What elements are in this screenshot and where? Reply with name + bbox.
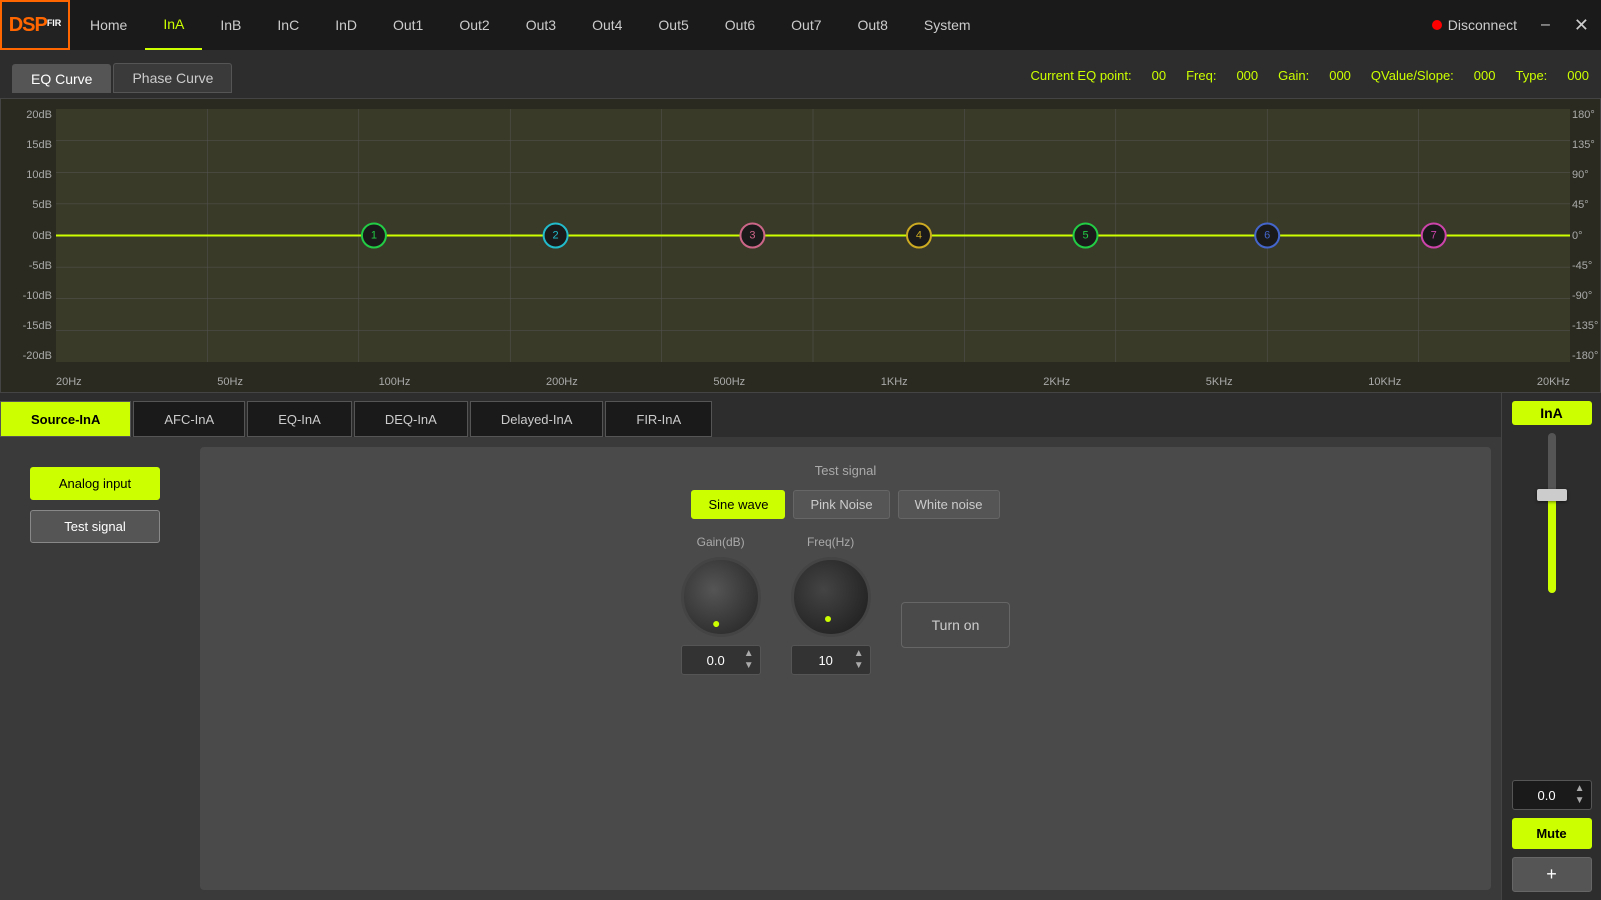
sub-tab-eq[interactable]: EQ-InA (247, 401, 352, 437)
gain-value: 0.0 (688, 653, 744, 668)
channel-label: InA (1512, 401, 1592, 425)
freq-knob[interactable] (791, 557, 871, 637)
nav-out4[interactable]: Out4 (574, 0, 640, 50)
gain-group: Gain(dB) 0.0 ▲ ▼ (681, 535, 761, 675)
bottom-section: Source-InA AFC-InA EQ-InA DEQ-InA Delaye… (0, 393, 1601, 900)
value-up-arrow[interactable]: ▲ (1575, 783, 1585, 795)
value-arrows[interactable]: ▲ ▼ (1575, 783, 1585, 807)
input-buttons: Analog input Test signal (10, 467, 190, 543)
eq-status-bar: Current EQ point: 00 Freq: 000 Gain: 000… (1030, 68, 1589, 89)
test-signal-button[interactable]: Test signal (30, 510, 160, 543)
eq-qvalue-value: 000 (1474, 68, 1496, 83)
freq-down-arrow[interactable]: ▼ (854, 660, 864, 672)
freq-label: Freq(Hz) (807, 535, 854, 549)
eq-type-label: Type: (1516, 68, 1548, 83)
nav-out5[interactable]: Out5 (640, 0, 706, 50)
fader-fill (1548, 497, 1556, 593)
gain-down-arrow[interactable]: ▼ (744, 660, 754, 672)
sub-tab-deq[interactable]: DEQ-InA (354, 401, 468, 437)
nav-inA[interactable]: InA (145, 0, 202, 50)
disconnect-button[interactable]: Disconnect (1420, 17, 1529, 33)
svg-text:2: 2 (553, 230, 559, 242)
freq-group: Freq(Hz) 10 ▲ ▼ (791, 535, 871, 675)
center-panel: Test signal Sine wave Pink Noise White n… (200, 447, 1491, 890)
sub-tab-afc[interactable]: AFC-InA (133, 401, 245, 437)
x-labels: 20Hz50Hz100Hz200Hz500Hz 1KHz2KHz5KHz10KH… (56, 376, 1570, 388)
chart-svg: 1 2 3 4 5 6 7 (56, 109, 1570, 362)
y-labels-right: 180°135°90°45° 0°-45°-90°-135°-180° (1570, 109, 1600, 362)
sub-tab-fir[interactable]: FIR-InA (605, 401, 712, 437)
freq-value-box: 10 ▲ ▼ (791, 645, 871, 675)
tab-phase-curve[interactable]: Phase Curve (113, 63, 232, 93)
white-noise-button[interactable]: White noise (898, 490, 1000, 519)
gain-knob[interactable] (681, 557, 761, 637)
sub-tab-delayed[interactable]: Delayed-InA (470, 401, 604, 437)
main-panel: Source-InA AFC-InA EQ-InA DEQ-InA Delaye… (0, 393, 1501, 900)
eq-chart-inner[interactable]: 1 2 3 4 5 6 7 (56, 109, 1570, 362)
gain-value-box: 0.0 ▲ ▼ (681, 645, 761, 675)
content-area: Analog input Test signal Test signal Sin… (0, 437, 1501, 900)
eq-chart[interactable]: 20dB15dB10dB5dB 0dB-5dB-10dB-15dB-20dB 1… (0, 98, 1601, 393)
nav-inB[interactable]: InB (202, 0, 259, 50)
nav-out3[interactable]: Out3 (508, 0, 574, 50)
eq-point-value: 00 (1152, 68, 1166, 83)
gain-up-arrow[interactable]: ▲ (744, 648, 754, 660)
tab-area: EQ Curve Phase Curve Current EQ point: 0… (0, 50, 1601, 98)
close-button[interactable]: ✕ (1562, 15, 1601, 36)
eq-type-value: 000 (1567, 68, 1589, 83)
svg-text:5: 5 (1082, 230, 1088, 242)
fader-thumb[interactable] (1537, 489, 1567, 501)
svg-text:7: 7 (1431, 230, 1437, 242)
analog-input-button[interactable]: Analog input (30, 467, 160, 500)
eq-gain-label: Gain: (1278, 68, 1309, 83)
nav-home[interactable]: Home (72, 0, 145, 50)
test-signal-label: Test signal (815, 463, 876, 478)
value-down-arrow[interactable]: ▼ (1575, 795, 1585, 807)
svg-text:6: 6 (1264, 230, 1270, 242)
add-button[interactable]: + (1512, 857, 1592, 892)
freq-value: 10 (798, 653, 854, 668)
top-bar: DSP FIR Home InA InB InC InD Out1 Out2 O… (0, 0, 1601, 50)
gain-arrows[interactable]: ▲ ▼ (744, 648, 754, 672)
y-labels-left: 20dB15dB10dB5dB 0dB-5dB-10dB-15dB-20dB (1, 109, 56, 362)
nav-out7[interactable]: Out7 (773, 0, 839, 50)
eq-freq-value: 000 (1236, 68, 1258, 83)
turn-on-button[interactable]: Turn on (901, 602, 1011, 648)
nav-out2[interactable]: Out2 (441, 0, 507, 50)
gain-label: Gain(dB) (697, 535, 745, 549)
fader-container (1522, 433, 1582, 772)
sine-wave-button[interactable]: Sine wave (691, 490, 785, 519)
nav-out1[interactable]: Out1 (375, 0, 441, 50)
fader-value-box: 0.0 ▲ ▼ (1512, 780, 1592, 810)
eq-freq-label: Freq: (1186, 68, 1216, 83)
svg-text:3: 3 (749, 230, 755, 242)
controls-wrapper: Gain(dB) 0.0 ▲ ▼ (681, 535, 1011, 675)
tab-eq-curve[interactable]: EQ Curve (12, 64, 111, 93)
nav-out8[interactable]: Out8 (840, 0, 906, 50)
right-panel: InA 0.0 ▲ ▼ Mute + (1501, 393, 1601, 900)
nav-out6[interactable]: Out6 (707, 0, 773, 50)
nav-inC[interactable]: InC (259, 0, 317, 50)
fader-track (1548, 433, 1556, 593)
nav-system[interactable]: System (906, 0, 989, 50)
sub-tabs: Source-InA AFC-InA EQ-InA DEQ-InA Delaye… (0, 393, 1501, 437)
app-logo: DSP FIR (0, 0, 70, 50)
sub-tab-source[interactable]: Source-InA (0, 401, 131, 437)
minimize-button[interactable]: ‒ (1529, 16, 1562, 34)
disconnect-label: Disconnect (1448, 17, 1517, 33)
pink-noise-button[interactable]: Pink Noise (793, 490, 889, 519)
nav-inD[interactable]: InD (317, 0, 375, 50)
disconnect-indicator (1432, 20, 1442, 30)
freq-arrows[interactable]: ▲ ▼ (854, 648, 864, 672)
eq-gain-value: 000 (1329, 68, 1351, 83)
eq-qvalue-label: QValue/Slope: (1371, 68, 1454, 83)
left-panel: Analog input Test signal (10, 447, 190, 890)
mute-button[interactable]: Mute (1512, 818, 1592, 849)
eq-status-label: Current EQ point: (1030, 68, 1131, 83)
freq-up-arrow[interactable]: ▲ (854, 648, 864, 660)
svg-text:4: 4 (916, 230, 922, 242)
fader-value: 0.0 (1519, 788, 1575, 803)
svg-text:1: 1 (371, 230, 377, 242)
signal-type-buttons: Sine wave Pink Noise White noise (691, 490, 999, 519)
